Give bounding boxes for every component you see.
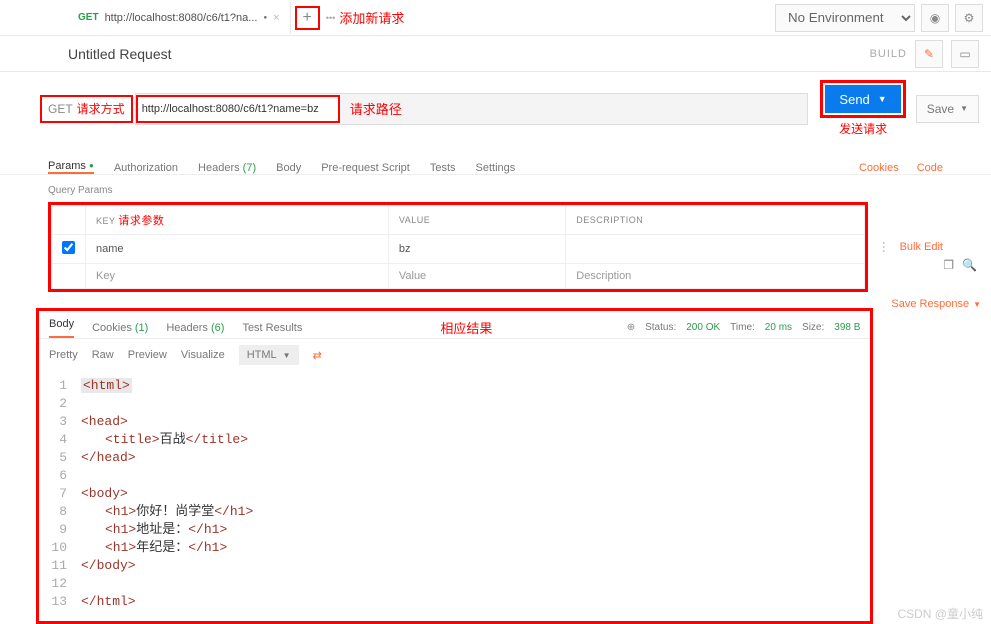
copy-icon[interactable]: ❐: [943, 258, 954, 272]
request-title[interactable]: Untitled Request: [12, 46, 172, 62]
tab-body[interactable]: Body: [276, 162, 301, 174]
gear-icon[interactable]: ⚙: [955, 4, 983, 32]
annotation-add: 添加新请求: [339, 8, 404, 27]
tab-url: http://localhost:8080/c6/t1?na...: [105, 12, 258, 24]
tab-prerequest[interactable]: Pre-request Script: [321, 162, 410, 174]
cookies-link[interactable]: Cookies: [859, 162, 899, 174]
size-label: Size:: [802, 322, 824, 333]
table-row: Key Value Description: [52, 264, 865, 289]
tab-tests[interactable]: Tests: [430, 162, 456, 174]
resp-tab-headers[interactable]: Headers (6): [166, 322, 224, 334]
build-label: BUILD: [870, 48, 907, 60]
url-input[interactable]: [138, 97, 338, 121]
tab-params[interactable]: Params ●: [48, 160, 94, 174]
close-icon[interactable]: ×: [273, 12, 279, 24]
view-preview[interactable]: Preview: [128, 349, 167, 361]
status-label: Status:: [645, 322, 676, 333]
title-bar: Untitled Request BUILD ✎ ▭: [0, 36, 991, 72]
save-button[interactable]: Save▼: [916, 95, 979, 123]
param-key-placeholder[interactable]: Key: [86, 264, 389, 289]
code-link[interactable]: Code: [917, 162, 943, 174]
param-value-input[interactable]: bz: [388, 235, 565, 264]
method-select[interactable]: GET: [48, 102, 73, 116]
annotation-method: 请求方式: [77, 100, 125, 117]
wrap-icon[interactable]: ⇄: [313, 349, 322, 362]
resp-tab-testresults[interactable]: Test Results: [242, 322, 302, 334]
more-icon[interactable]: ⋯: [877, 241, 891, 253]
tab-menu[interactable]: •••: [326, 13, 335, 23]
param-desc-placeholder[interactable]: Description: [566, 264, 864, 289]
response-tabs: Body Cookies (1) Headers (6) Test Result…: [39, 311, 870, 339]
resp-tab-cookies[interactable]: Cookies (1): [92, 322, 148, 334]
caret-down-icon: ▼: [878, 94, 887, 104]
resp-tab-body[interactable]: Body: [49, 318, 74, 338]
tab-dirty-dot: ●: [263, 15, 267, 21]
table-row: name bz: [52, 235, 865, 264]
view-pretty[interactable]: Pretty: [49, 349, 78, 361]
url-cell: 请求路径: [135, 93, 809, 125]
format-select[interactable]: HTML▼: [239, 345, 299, 365]
eye-icon[interactable]: ◉: [921, 4, 949, 32]
add-tab-button[interactable]: +: [295, 6, 320, 30]
time-value: 20 ms: [765, 322, 792, 333]
param-value-placeholder[interactable]: Value: [388, 264, 565, 289]
request-tab[interactable]: GET http://localhost:8080/c6/t1?na... ● …: [68, 2, 291, 34]
annotation-response: 相应结果: [440, 318, 492, 337]
search-icon[interactable]: 🔍: [962, 258, 977, 272]
annotation-url: 请求路径: [350, 99, 402, 118]
request-subtabs: Params ● Authorization Headers (7) Body …: [0, 145, 991, 175]
col-key: KEY 请求参数: [86, 206, 389, 235]
row-checkbox[interactable]: [62, 241, 75, 254]
param-key-input[interactable]: name: [86, 235, 389, 264]
send-button[interactable]: Send▼: [825, 85, 900, 113]
tab-settings[interactable]: Settings: [476, 162, 516, 174]
edit-icon[interactable]: ✎: [915, 40, 943, 68]
param-desc-input[interactable]: [566, 235, 864, 264]
watermark: CSDN @童小纯: [897, 605, 983, 622]
view-raw[interactable]: Raw: [92, 349, 114, 361]
view-visualize[interactable]: Visualize: [181, 349, 225, 361]
query-params-label: Query Params: [48, 179, 943, 202]
response-code: 1<html> 2 3<head> 4<title>百战</title> 5</…: [39, 371, 870, 621]
tab-method: GET: [78, 12, 99, 23]
environment-area: No Environment ◉ ⚙: [775, 4, 983, 32]
globe-icon[interactable]: ⊕: [627, 322, 635, 333]
request-row: GET 请求方式 请求路径 Send▼ 发送请求 Save▼: [0, 72, 991, 145]
params-table: KEY 请求参数 VALUE DESCRIPTION name bz Key V…: [51, 205, 865, 289]
col-desc: DESCRIPTION: [566, 206, 864, 235]
col-value: VALUE: [388, 206, 565, 235]
response-box: Body Cookies (1) Headers (6) Test Result…: [36, 308, 873, 624]
tab-headers[interactable]: Headers (7): [198, 162, 256, 174]
tab-authorization[interactable]: Authorization: [114, 162, 178, 174]
size-value: 398 B: [834, 322, 860, 333]
annotation-params: 请求参数: [118, 215, 164, 227]
query-params-section: Query Params KEY 请求参数 VALUE DESCRIPTION …: [0, 175, 991, 292]
save-response-link[interactable]: Save Response ▼: [891, 298, 981, 310]
tab-bar: GET http://localhost:8080/c6/t1?na... ● …: [0, 0, 991, 36]
environment-select[interactable]: No Environment: [775, 4, 915, 32]
comment-icon[interactable]: ▭: [951, 40, 979, 68]
annotation-send: 发送请求: [839, 120, 887, 137]
status-value: 200 OK: [686, 322, 720, 333]
bulk-edit-link[interactable]: Bulk Edit: [900, 241, 943, 253]
response-view-row: Pretty Raw Preview Visualize HTML▼ ⇄: [39, 339, 870, 371]
method-box: GET 请求方式: [40, 95, 133, 123]
time-label: Time:: [730, 322, 755, 333]
